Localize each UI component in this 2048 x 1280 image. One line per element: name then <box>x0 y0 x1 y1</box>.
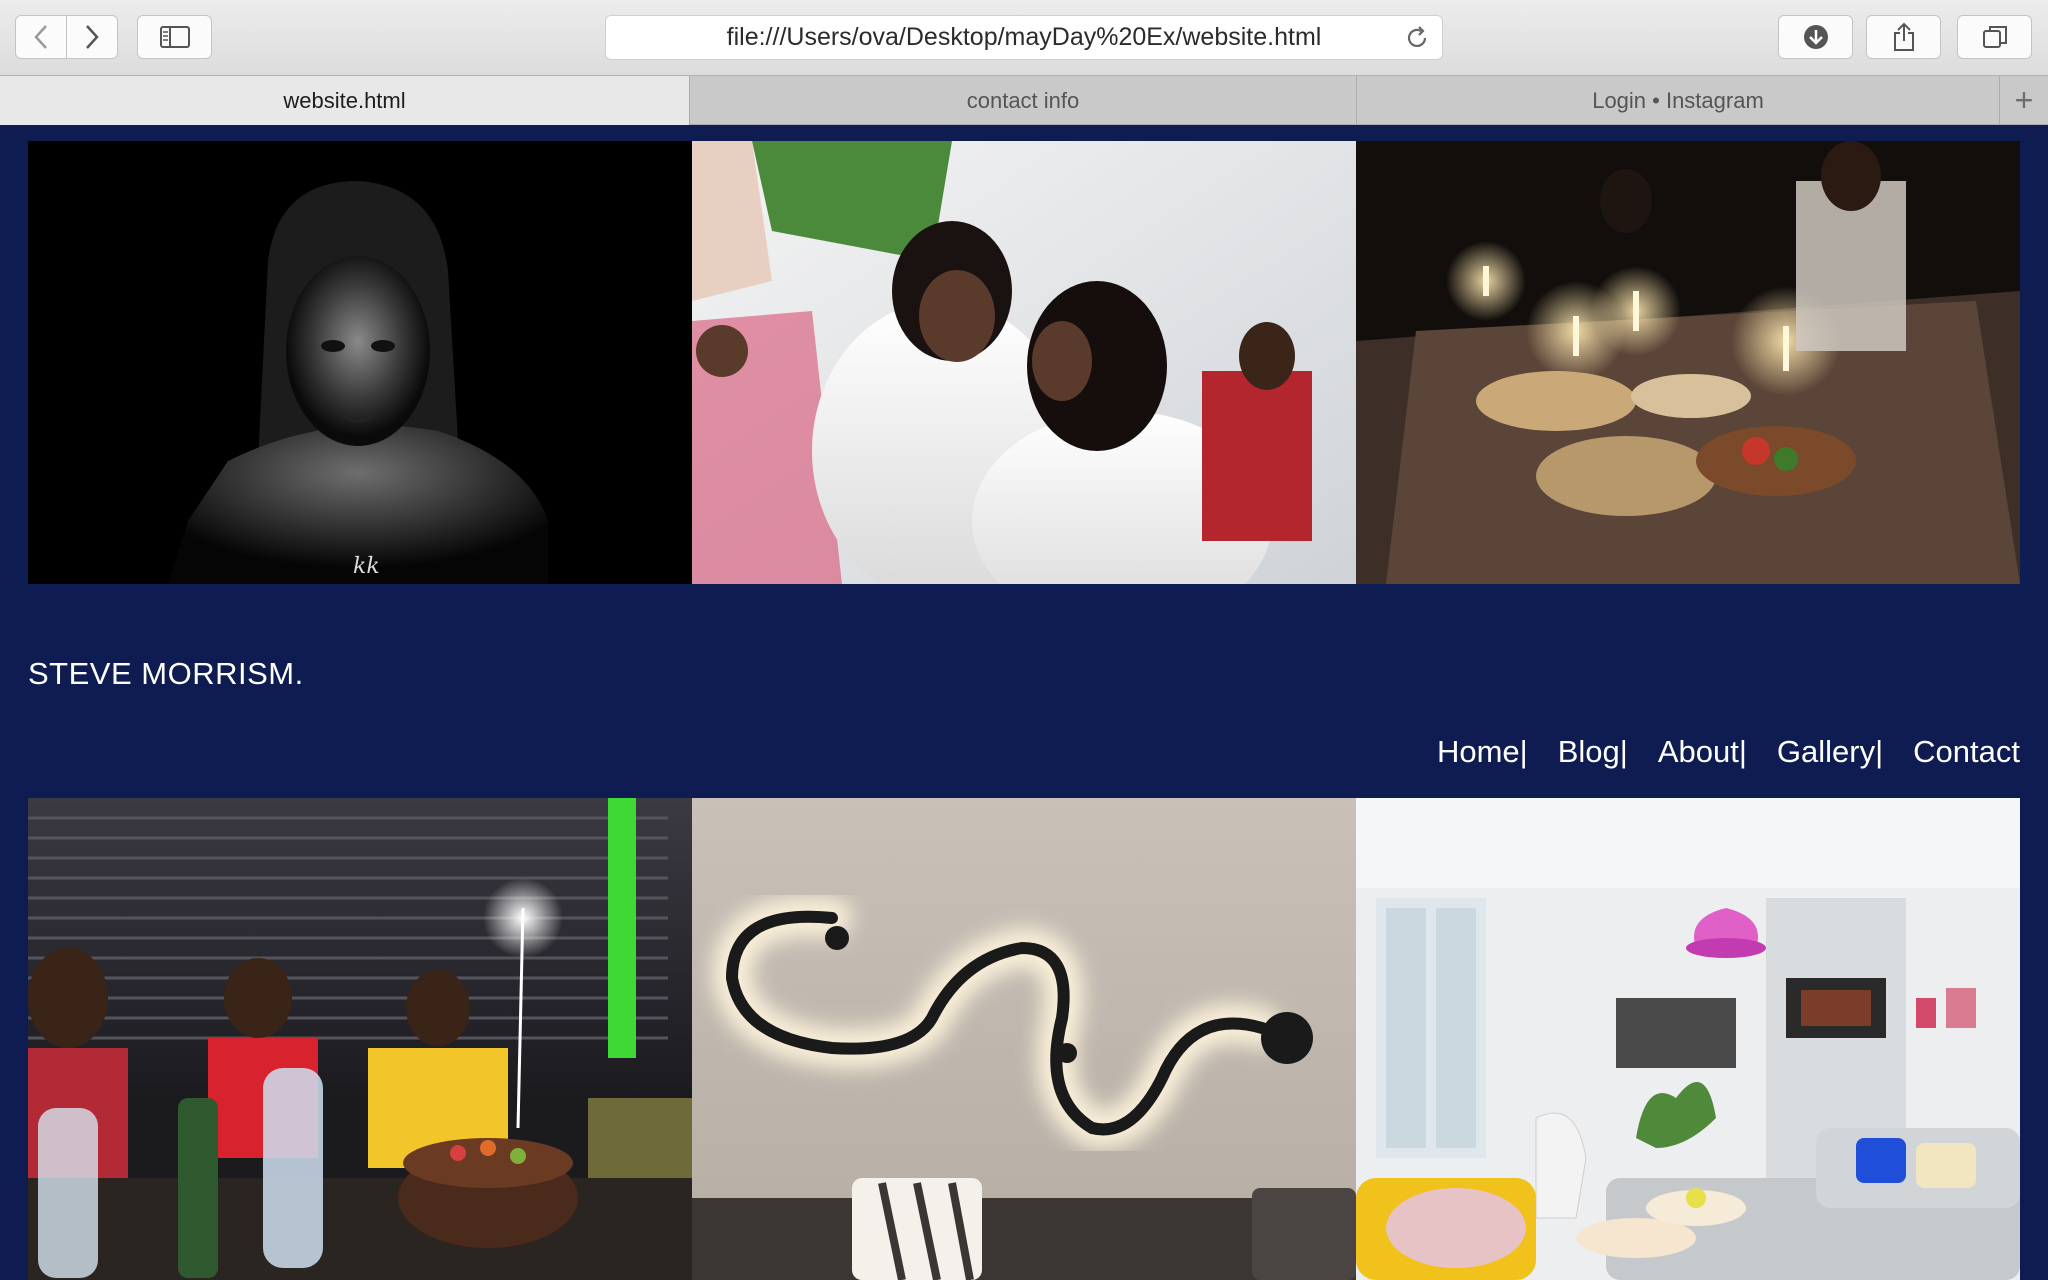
gallery-photo-portrait[interactable]: kk <box>28 141 692 584</box>
gallery-photo-birthday[interactable] <box>28 798 692 1280</box>
portrait-photo-art: kk <box>168 181 548 584</box>
nav-separator: | <box>1738 734 1747 769</box>
browser-toolbar: file:///Users/ova/Desktop/mayDay%20Ex/we… <box>0 0 2048 75</box>
sidebar-button[interactable] <box>137 15 212 59</box>
site-title: STEVE MORRISM. <box>28 656 304 691</box>
forward-button[interactable] <box>66 16 117 58</box>
site-nav: Home | Blog | About | Gallery | Contact <box>1437 734 2020 770</box>
downloads-button[interactable] <box>1778 15 1853 59</box>
share-button[interactable] <box>1866 15 1941 59</box>
photographer-signature: kk <box>353 554 380 579</box>
nav-separator: | <box>1875 734 1884 769</box>
nav-separator: | <box>1619 734 1628 769</box>
download-icon <box>1803 25 1828 49</box>
history-nav <box>15 15 118 59</box>
tab-overview-button[interactable] <box>1957 15 2032 59</box>
share-icon <box>1893 22 1914 51</box>
chevron-left-icon <box>34 25 47 49</box>
tab-label: Login • Instagram <box>1592 87 1764 113</box>
birthday-photo-art <box>28 798 692 1280</box>
nav-link-about[interactable]: About <box>1658 734 1739 770</box>
url-text: file:///Users/ova/Desktop/mayDay%20Ex/we… <box>726 23 1322 51</box>
address-bar[interactable]: file:///Users/ova/Desktop/mayDay%20Ex/we… <box>605 15 1443 60</box>
wall-light-photo-art <box>692 798 1356 1280</box>
gallery-photo-living-room[interactable] <box>1356 798 2020 1280</box>
nav-link-gallery[interactable]: Gallery <box>1777 734 1875 770</box>
tab-website[interactable]: website.html <box>0 76 690 125</box>
chevron-right-icon <box>86 25 99 49</box>
dinner-photo-art <box>1356 141 2020 584</box>
web-page: kk STEVE MORRISM. Home | Blog | About | … <box>0 126 2048 1280</box>
nav-separator: | <box>1519 734 1528 769</box>
tab-contact-info[interactable]: contact info <box>690 76 1357 125</box>
gallery-photo-wall-light[interactable] <box>692 798 1356 1280</box>
plus-icon: + <box>2014 82 2034 118</box>
reload-icon[interactable] <box>1404 25 1430 51</box>
tab-bar: website.html contact info Login • Instag… <box>0 75 2048 125</box>
gallery-photo-celebration[interactable] <box>692 141 1356 584</box>
tab-instagram-login[interactable]: Login • Instagram <box>1357 76 2000 125</box>
tab-label: website.html <box>283 87 406 113</box>
nav-link-home[interactable]: Home <box>1437 734 1520 770</box>
tab-label: contact info <box>966 87 1080 113</box>
nav-link-blog[interactable]: Blog <box>1558 734 1620 770</box>
living-room-photo-art <box>1356 798 2020 1280</box>
celebration-photo-art <box>692 141 1356 584</box>
gallery-photo-dinner[interactable] <box>1356 141 2020 584</box>
sidebar-icon <box>159 26 190 48</box>
tabs-icon <box>1982 26 2007 48</box>
new-tab-button[interactable]: + <box>2000 76 2048 125</box>
back-button[interactable] <box>16 16 66 58</box>
nav-link-contact[interactable]: Contact <box>1913 734 2020 770</box>
